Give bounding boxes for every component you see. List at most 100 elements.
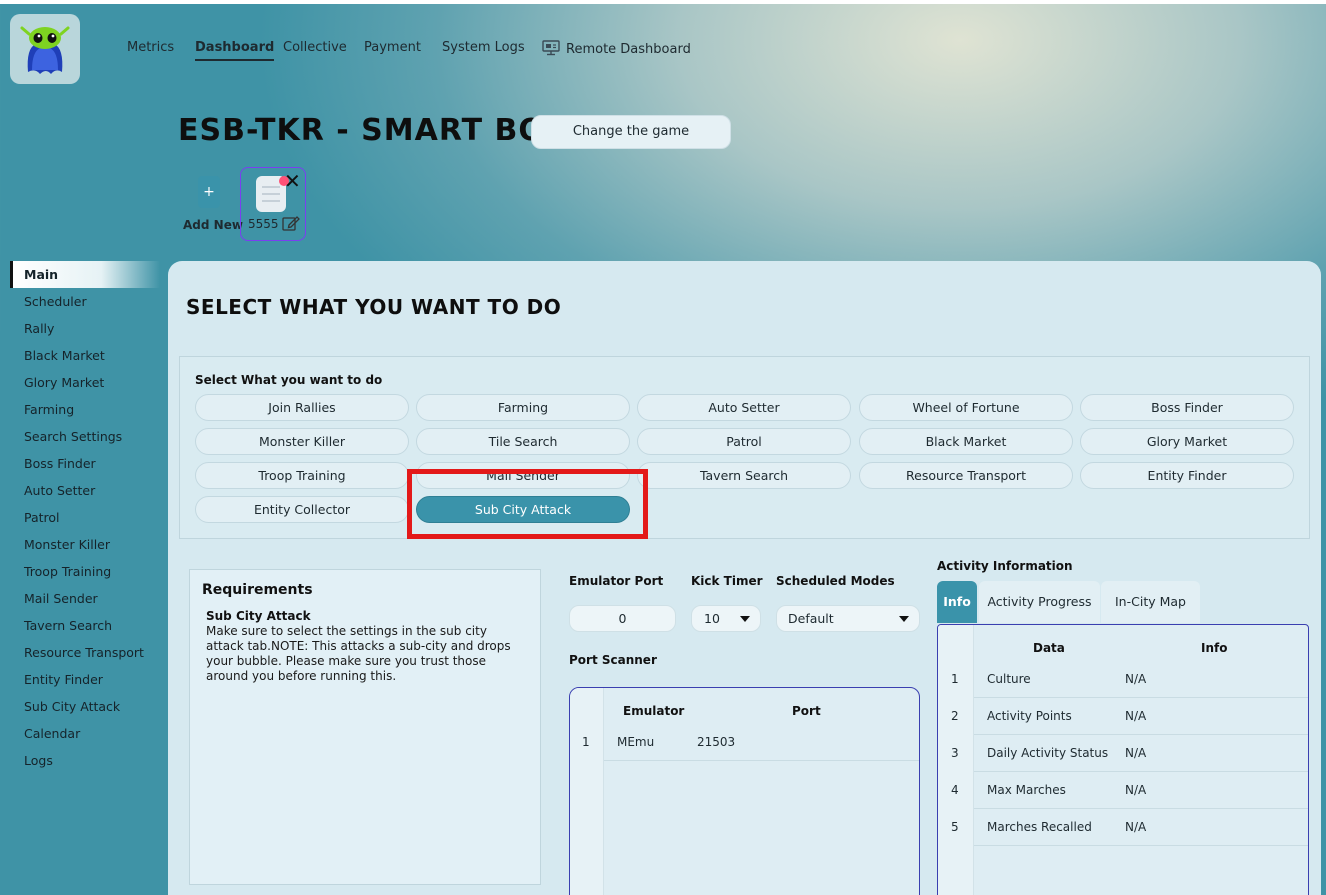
row-index: 4 [951,783,959,797]
nav-metrics[interactable]: Metrics [127,40,174,55]
option-patrol[interactable]: Patrol [637,428,851,455]
option-sub-city-attack[interactable]: Sub City Attack [416,496,630,523]
sidebar-item-troop-training[interactable]: Troop Training [10,558,160,585]
chevron-down-icon [899,616,909,622]
option-black-market[interactable]: Black Market [859,428,1073,455]
option-boss-finder[interactable]: Boss Finder [1080,394,1294,421]
option-glory-market[interactable]: Glory Market [1080,428,1294,455]
port-scanner-label: Port Scanner [569,653,657,667]
section-title: SELECT WHAT YOU WANT TO DO [186,295,562,319]
nav-system-logs[interactable]: System Logs [442,40,525,55]
sidebar-item-resource-transport[interactable]: Resource Transport [10,639,160,666]
sidebar-item-boss-finder[interactable]: Boss Finder [10,450,160,477]
row-data: Activity Points [987,709,1072,723]
table-row[interactable]: Daily Activity Status N/A [974,735,1308,772]
option-wheel-of-fortune[interactable]: Wheel of Fortune [859,394,1073,421]
sidebar-item-farming[interactable]: Farming [10,396,160,423]
sidebar-item-monster-killer[interactable]: Monster Killer [10,531,160,558]
emulator-port-label: Emulator Port [569,574,664,588]
requirements-panel: Requirements Sub City Attack Make sure t… [189,569,541,885]
table-row[interactable]: Marches Recalled N/A [974,809,1308,846]
row-port: 21503 [697,735,736,749]
option-auto-setter[interactable]: Auto Setter [637,394,851,421]
edit-icon[interactable] [282,215,300,231]
kick-timer-select[interactable]: 10 [691,605,761,632]
close-icon[interactable]: ✕ [284,171,301,191]
option-tavern-search[interactable]: Tavern Search [637,462,851,489]
row-data: Daily Activity Status [987,746,1109,760]
monitor-icon [542,40,560,56]
emulator-port-input[interactable]: 0 [569,605,676,632]
activity-table: Data Info Culture N/A 1 Activity Points … [937,624,1309,895]
table-row[interactable]: MEmu 21503 [604,724,919,761]
option-tile-search[interactable]: Tile Search [416,428,630,455]
row-info: N/A [1125,746,1147,760]
option-resource-transport[interactable]: Resource Transport [859,462,1073,489]
option-monster-killer[interactable]: Monster Killer [195,428,409,455]
add-new-label: Add New [183,218,243,232]
row-emulator: MEmu [617,735,655,749]
index-column [938,625,974,895]
row-info: N/A [1125,672,1147,686]
nav-payment[interactable]: Payment [364,40,421,55]
sidebar-item-patrol[interactable]: Patrol [10,504,160,531]
sidebar-item-rally[interactable]: Rally [10,315,160,342]
sidebar-item-black-market[interactable]: Black Market [10,342,160,369]
option-troop-training[interactable]: Troop Training [195,462,409,489]
chevron-down-icon [740,616,750,622]
profile-name: 5555 [248,217,279,231]
sidebar-item-calendar[interactable]: Calendar [10,720,160,747]
tab-in-city-map[interactable]: In-City Map [1101,581,1200,623]
row-info: N/A [1125,783,1147,797]
tab-info[interactable]: Info [937,581,977,623]
plus-icon: + [198,176,220,208]
top-edge [0,0,1326,4]
option-farming[interactable]: Farming [416,394,630,421]
profile-card[interactable]: ✕ 5555 [240,167,306,241]
table-row[interactable]: Culture N/A [974,661,1308,698]
port-scanner-table: Emulator Port MEmu 21503 1 [569,687,920,895]
nav-dashboard[interactable]: Dashboard [195,40,275,61]
bot-mascot-icon [20,26,70,74]
sidebar-item-logs[interactable]: Logs [10,747,160,774]
nav-remote-dashboard[interactable]: Remote Dashboard [542,40,691,57]
row-info: N/A [1125,820,1147,834]
sidebar-item-main[interactable]: Main [10,261,160,288]
row-data: Max Marches [987,783,1066,797]
scheduled-modes-label: Scheduled Modes [776,574,895,588]
main-panel: SELECT WHAT YOU WANT TO DO Select What y… [168,261,1321,895]
sidebar-item-search-settings[interactable]: Search Settings [10,423,160,450]
option-entity-finder[interactable]: Entity Finder [1080,462,1294,489]
requirements-text: Make sure to select the settings in the … [206,624,511,683]
row-index: 1 [951,672,959,686]
add-new-button[interactable]: + Add New [183,176,243,232]
option-join-rallies[interactable]: Join Rallies [195,394,409,421]
table-row[interactable]: Activity Points N/A [974,698,1308,735]
kick-timer-label: Kick Timer [691,574,763,588]
sidebar-item-scheduler[interactable]: Scheduler [10,288,160,315]
app-logo[interactable] [10,14,80,84]
scheduled-modes-select[interactable]: Default [776,605,920,632]
task-selector-label: Select What you want to do [195,373,383,387]
row-data: Marches Recalled [987,820,1092,834]
sidebar-item-glory-market[interactable]: Glory Market [10,369,160,396]
table-row[interactable]: Max Marches N/A [974,772,1308,809]
row-info: N/A [1125,709,1147,723]
option-entity-collector[interactable]: Entity Collector [195,496,409,523]
nav-remote-label: Remote Dashboard [566,42,691,57]
scheduled-modes-value: Default [788,611,834,626]
requirements-subtitle: Sub City Attack [206,609,311,623]
row-index: 3 [951,746,959,760]
nav-collective[interactable]: Collective [283,40,347,55]
sidebar-item-auto-setter[interactable]: Auto Setter [10,477,160,504]
sidebar-item-sub-city-attack[interactable]: Sub City Attack [10,693,160,720]
kick-timer-value: 10 [704,611,720,626]
change-game-button[interactable]: Change the game [531,115,731,149]
sidebar-item-tavern-search[interactable]: Tavern Search [10,612,160,639]
sidebar-item-mail-sender[interactable]: Mail Sender [10,585,160,612]
column-header-data: Data [1033,641,1065,655]
page-title: ESB-TKR - SMART BOT [178,113,567,148]
option-mail-sender[interactable]: Mail Sender [416,462,630,489]
tab-activity-progress[interactable]: Activity Progress [979,581,1100,623]
sidebar-item-entity-finder[interactable]: Entity Finder [10,666,160,693]
